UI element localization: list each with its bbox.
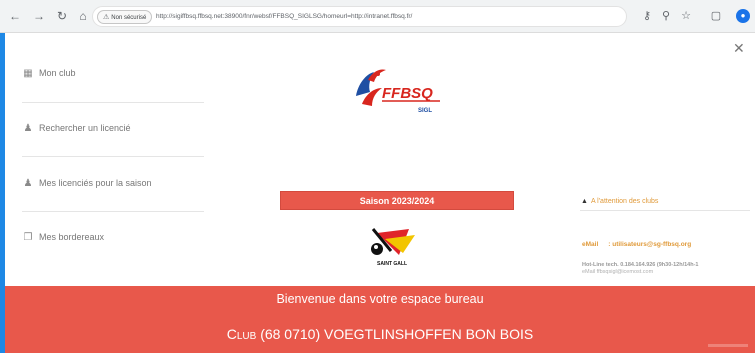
attention-divider (580, 210, 750, 211)
attention-link[interactable]: ▲ A l'attention des clubs (581, 198, 658, 205)
hotline-text: Hot-Line tech. 0.184.164.926 (9h30-12h/1… (582, 262, 699, 268)
browser-toolbar: ← → ↻ ⌂ ⚠ Non sécurisé http://sigiffbsq.f… (0, 0, 755, 33)
documents-icon: ❐ (23, 231, 33, 243)
star-icon[interactable]: ☆ (679, 9, 693, 23)
email-row: eMail : utilisateurs@sg-ffbsq.org (582, 241, 691, 248)
club-name: (68 0710) VOEGTLINSHOFFEN BON BOIS (260, 326, 534, 342)
address-bar[interactable]: ⚠ Non sécurisé http://sigiffbsq.ffbsq.net… (92, 6, 627, 27)
club-title: Club (68 0710) VOEGTLINSHOFFEN BON BOIS (5, 326, 755, 342)
hotline-email: eMail ffbsqsigl@icemost.com (582, 269, 654, 275)
zoom-icon[interactable]: ⚲ (659, 9, 673, 23)
url-text[interactable]: http://sigiffbsq.ffbsq.net:38900/fnr/web… (156, 11, 412, 23)
person-icon: ♟ (23, 122, 33, 134)
sidebar-item-bordereaux[interactable]: ❐ Mes bordereaux (22, 227, 204, 247)
club-logo: SAINT GALL (371, 228, 415, 267)
home-icon[interactable]: ⌂ (76, 9, 90, 23)
email-link[interactable]: : utilisateurs@sg-ffbsq.org (608, 241, 691, 248)
club-logo-text: SAINT GALL (377, 261, 407, 267)
saison-banner: Saison 2023/2024 (280, 191, 514, 210)
club-prefix: Club (226, 326, 257, 342)
sidebar-divider (22, 102, 204, 103)
reload-icon[interactable]: ↻ (55, 9, 69, 23)
attention-label: A l'attention des clubs (590, 198, 659, 205)
welcome-banner: Bienvenue dans votre espace bureau Club … (5, 286, 755, 353)
close-icon[interactable]: ✕ (733, 40, 745, 57)
hotline-info: Hot-Line tech. 0.184.164.926 (9h30-12h/1… (582, 262, 698, 276)
warning-icon: ▲ (581, 198, 588, 205)
security-chip[interactable]: ⚠ Non sécurisé (97, 10, 153, 24)
sidebar-divider (22, 211, 204, 212)
back-icon[interactable]: ← (8, 9, 22, 23)
club-icon: ▦ (23, 67, 33, 79)
sidebar-item-label: Rechercher un licencié (39, 123, 131, 133)
ffbsq-logo: FFBSQ SIGL (356, 69, 440, 114)
group-icon: ♟ (23, 177, 33, 189)
warning-icon: ⚠ (103, 14, 110, 21)
logo-text: FFBSQ (382, 85, 433, 102)
sidebar-divider (22, 156, 204, 157)
sidebar-item-label: Mes licenciés pour la saison (39, 178, 152, 188)
security-label: Non sécurisé (111, 15, 147, 21)
sidebar-item-rechercher[interactable]: ♟ Rechercher un licencié (22, 118, 204, 138)
sidebar-item-licencies[interactable]: ♟ Mes licenciés pour la saison (22, 173, 204, 193)
profile-icon[interactable]: ● (736, 9, 750, 23)
extensions-icon[interactable]: ▢ (709, 9, 723, 23)
watermark (708, 344, 748, 347)
sidebar-item-label: Mon club (39, 68, 76, 78)
sidebar-item-label: Mes bordereaux (39, 232, 105, 242)
forward-icon[interactable]: → (32, 9, 46, 23)
sidebar-item-mon-club[interactable]: ▦ Mon club (22, 63, 204, 83)
email-label: eMail (582, 241, 599, 248)
welcome-text: Bienvenue dans votre espace bureau (276, 292, 484, 306)
key-icon[interactable]: ⚷ (640, 9, 654, 23)
logo-subtext: SIGL (418, 108, 432, 114)
